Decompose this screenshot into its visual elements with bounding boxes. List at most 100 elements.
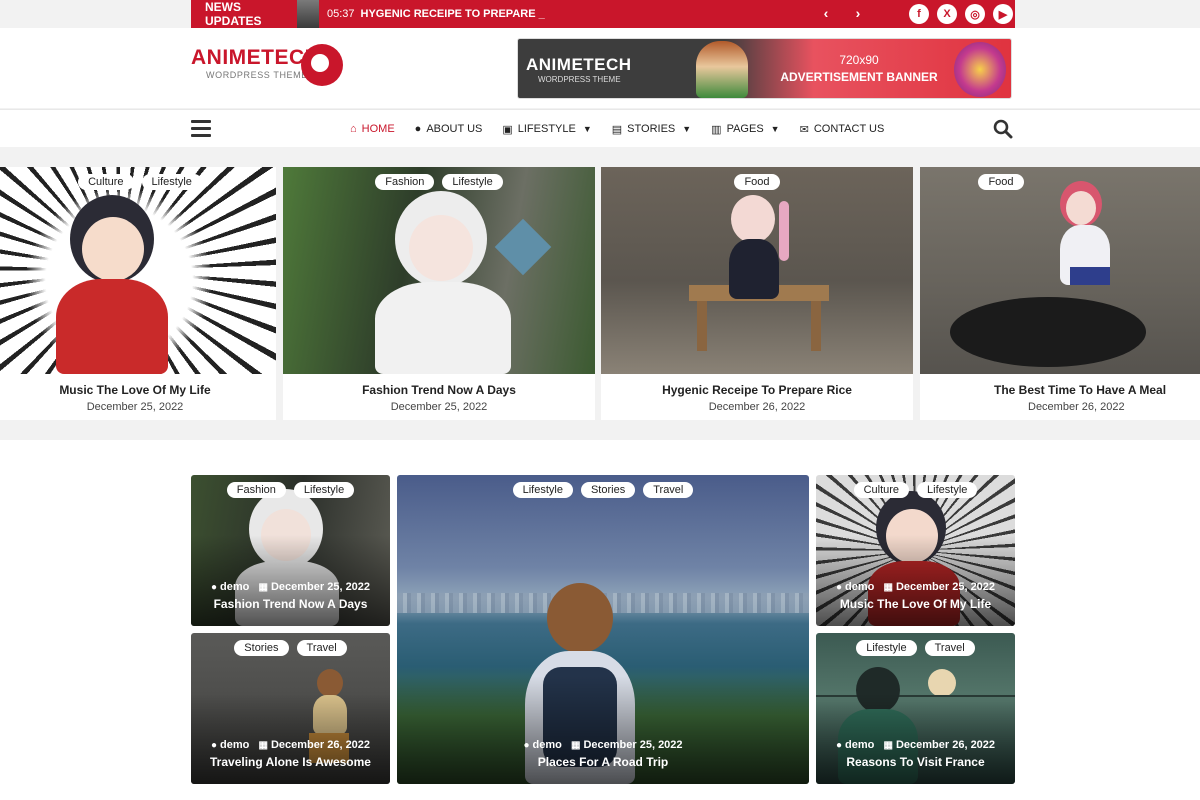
post-author[interactable]: demo xyxy=(533,739,562,751)
slider-card[interactable]: Food Hygenic Receipe To Prepare Rice Dec… xyxy=(601,167,913,420)
post-date: December 26, 2022 xyxy=(708,401,806,413)
nav-item-stories[interactable]: ▤ STORIES ▼ xyxy=(612,123,691,136)
category-tag[interactable]: Fashion xyxy=(226,482,286,498)
nav-item-label: HOME xyxy=(361,123,395,135)
post-meta: ● demo ▦ December 25, 2022 xyxy=(191,581,390,593)
post-title[interactable]: The Best Time To Have A Meal xyxy=(920,383,1200,397)
grid-card[interactable]: Fashion Lifestyle ● demo ▦ December 25, 20… xyxy=(191,475,390,626)
user-icon: ● xyxy=(835,740,842,751)
category-tag[interactable]: Culture xyxy=(853,482,910,498)
category-tag[interactable]: Fashion xyxy=(375,174,435,190)
category-tag[interactable]: Stories xyxy=(234,640,289,656)
stories-icon: ▤ xyxy=(611,123,623,136)
user-icon: ● xyxy=(414,123,422,135)
post-title[interactable]: Fashion Trend Now A Days xyxy=(283,383,595,397)
grid-card[interactable]: Lifestyle Travel ● demo ▦ December 26, 202… xyxy=(816,633,1015,784)
posts-grid-section: Fashion Lifestyle ● demo ▦ December 25, 20… xyxy=(0,440,1200,800)
post-meta: ● demo ▦ December 26, 2022 xyxy=(191,739,390,751)
social-links: f X ◎ ▶ xyxy=(909,4,1013,24)
category-tag[interactable]: Lifestyle xyxy=(442,174,503,190)
category-tag[interactable]: Travel xyxy=(296,640,347,656)
envelope-icon: ✉ xyxy=(799,123,809,136)
ticker-time: 05:37 xyxy=(327,8,355,20)
category-tag[interactable]: Food xyxy=(734,174,780,190)
calendar-icon: ▦ xyxy=(883,582,893,593)
post-title[interactable]: Hygenic Receipe To Prepare Rice xyxy=(601,383,913,397)
calendar-icon: ▦ xyxy=(258,740,268,751)
nav-item-lifestyle[interactable]: ▣ LIFESTYLE ▼ xyxy=(502,123,591,136)
ad-character-image xyxy=(696,41,748,98)
nav-item-label: STORIES xyxy=(627,123,676,135)
category-tag[interactable]: Stories xyxy=(580,482,636,498)
category-tag[interactable]: Culture xyxy=(78,174,134,190)
post-date: December 25, 2022 xyxy=(583,739,683,751)
slider-card[interactable]: Culture Lifestyle Music The Love Of My L… xyxy=(0,167,276,420)
post-author[interactable]: demo xyxy=(220,581,249,593)
post-author[interactable]: demo xyxy=(845,581,874,593)
ticker-next-button[interactable]: › xyxy=(851,5,865,21)
post-title[interactable]: Music The Love Of My Life xyxy=(0,383,276,397)
post-title[interactable]: Fashion Trend Now A Days xyxy=(191,597,390,611)
briefcase-icon: ▣ xyxy=(502,123,513,136)
news-updates-label: NEWS UPDATES xyxy=(205,0,262,28)
post-image[interactable] xyxy=(283,167,595,374)
calendar-icon: ▦ xyxy=(571,740,581,751)
post-author[interactable]: demo xyxy=(220,739,249,751)
slider-card[interactable]: Food The Best Time To Have A Meal Decemb… xyxy=(920,167,1200,420)
post-title[interactable]: Music The Love Of My Life xyxy=(816,597,1015,611)
calendar-icon: ▦ xyxy=(258,582,268,593)
post-date: December 26, 2022 xyxy=(270,739,371,751)
x-twitter-icon[interactable]: X xyxy=(937,4,957,24)
facebook-icon[interactable]: f xyxy=(909,4,929,24)
ad-title: ADVERTISEMENT BANNER xyxy=(780,70,938,84)
grid-card[interactable]: Culture Lifestyle ● demo ▦ December 25, 20… xyxy=(816,475,1015,626)
nav-item-pages[interactable]: ▥ PAGES ▼ xyxy=(711,123,779,136)
post-image[interactable] xyxy=(601,167,913,374)
featured-slider: Culture Lifestyle Music The Love Of My L… xyxy=(0,167,1200,420)
user-icon: ● xyxy=(210,582,217,593)
home-icon: ⌂ xyxy=(350,123,357,135)
nav-item-contact-us[interactable]: ✉ CONTACT US xyxy=(800,123,885,136)
chevron-down-icon: ▼ xyxy=(582,124,592,134)
post-title[interactable]: Reasons To Visit France xyxy=(816,755,1015,769)
category-tag[interactable]: Lifestyle xyxy=(512,482,573,498)
site-logo[interactable]: ANIMETECH WORDPRESS THEME xyxy=(191,44,343,92)
post-image[interactable] xyxy=(920,167,1200,374)
slider-card[interactable]: Fashion Lifestyle Fashion Trend Now A Da… xyxy=(283,167,595,420)
ticker-prev-button[interactable]: ‹ xyxy=(819,5,833,21)
post-author[interactable]: demo xyxy=(845,739,874,751)
ad-logo: ANIMETECH WORDPRESS THEME xyxy=(526,55,632,84)
news-ticker: NEWS UPDATES 05:37 HYGENIC RECEIPE TO PR… xyxy=(191,0,1015,28)
post-image[interactable] xyxy=(0,167,276,374)
ticker-headline[interactable]: HYGENIC RECEIPE TO PREPARE _ xyxy=(361,8,545,20)
ticker-thumbnail[interactable] xyxy=(297,0,319,28)
category-tag[interactable]: Lifestyle xyxy=(856,640,917,656)
logo-mark-icon xyxy=(301,44,343,86)
search-icon[interactable] xyxy=(993,119,1013,139)
book-icon: ▥ xyxy=(711,123,722,136)
chevron-down-icon: ▼ xyxy=(682,124,692,134)
category-tag[interactable]: Lifestyle xyxy=(141,174,202,190)
category-tag[interactable]: Lifestyle xyxy=(917,482,978,498)
ad-logo-subtitle: WORDPRESS THEME xyxy=(538,75,621,84)
advertisement-banner[interactable]: ANIMETECH WORDPRESS THEME 720x90 ADVERTI… xyxy=(517,38,1012,99)
post-meta: ● demo ▦ December 25, 2022 xyxy=(397,739,809,751)
category-tag[interactable]: Travel xyxy=(643,482,694,498)
calendar-icon: ▦ xyxy=(883,740,893,751)
instagram-icon[interactable]: ◎ xyxy=(965,4,985,24)
grid-card[interactable]: Stories Travel ● demo ▦ December 26, 2022 … xyxy=(191,633,390,784)
nav-item-home[interactable]: ⌂ HOME xyxy=(350,123,395,135)
nav-item-about-us[interactable]: ● ABOUT US xyxy=(415,123,483,135)
category-tag[interactable]: Lifestyle xyxy=(293,482,355,498)
main-navigation: ⌂ HOME ● ABOUT US ▣ LIFESTYLE ▼ ▤ STORIE… xyxy=(0,109,1200,147)
category-tag[interactable]: Travel xyxy=(924,640,975,656)
grid-card-featured[interactable]: Lifestyle Stories Travel ● demo ▦ December… xyxy=(397,475,809,784)
hamburger-menu-icon[interactable] xyxy=(191,120,211,137)
user-icon: ● xyxy=(835,582,842,593)
post-title[interactable]: Places For A Road Trip xyxy=(397,755,809,769)
category-tag[interactable]: Food xyxy=(978,174,1024,190)
youtube-icon[interactable]: ▶ xyxy=(993,4,1013,24)
post-date: December 26, 2022 xyxy=(895,739,996,751)
post-title[interactable]: Traveling Alone Is Awesome xyxy=(191,755,390,769)
ticker-controls: ‹ › xyxy=(819,5,865,21)
